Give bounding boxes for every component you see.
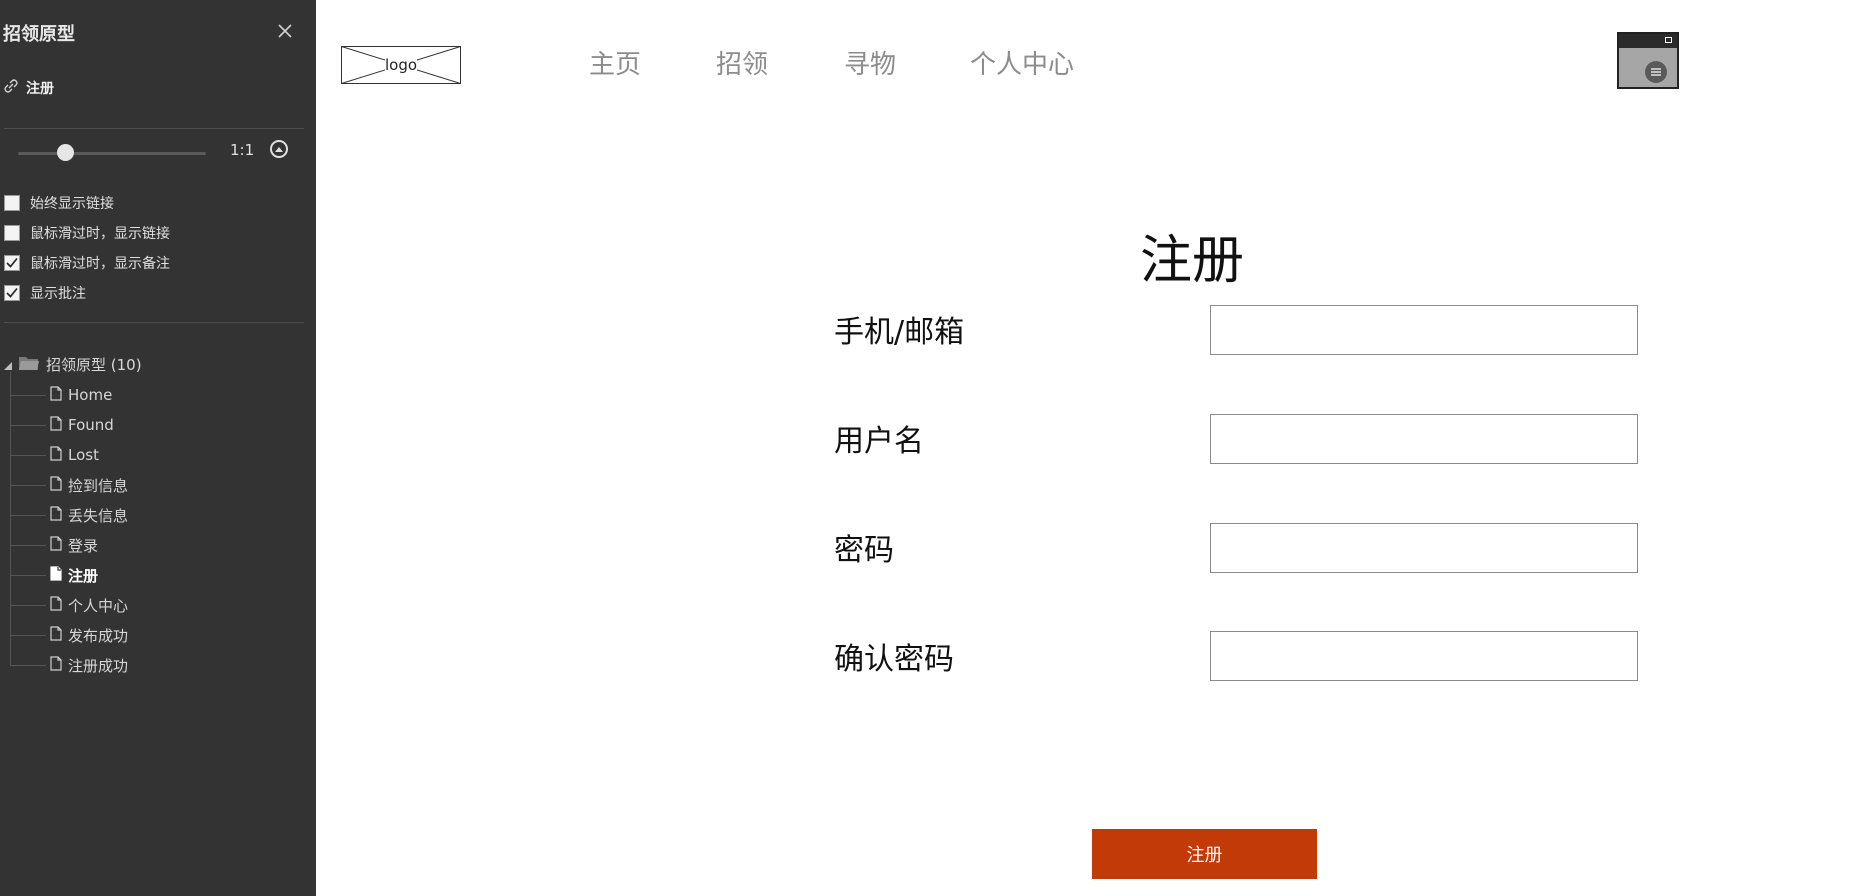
logo-text: logo — [384, 56, 418, 74]
page-icon — [50, 625, 62, 645]
tree-item-register[interactable]: 注册 — [10, 564, 98, 586]
tree-item-publish-success[interactable]: 发布成功 — [10, 624, 128, 646]
password-input[interactable] — [1210, 523, 1638, 573]
tree-root-folder[interactable]: 招领原型 (10) — [4, 354, 142, 375]
nav-lost[interactable]: 寻物 — [844, 44, 896, 81]
restore-icon — [1665, 37, 1672, 43]
tree-item-label: 注册成功 — [68, 656, 129, 675]
page-icon — [50, 535, 62, 555]
register-button[interactable]: 注册 — [1092, 829, 1317, 879]
tree-item-label: 注册 — [68, 566, 99, 585]
tree-item-label: 发布成功 — [68, 626, 129, 645]
tree-item-login[interactable]: 登录 — [10, 534, 98, 556]
field-label-username: 用户名 — [834, 424, 924, 459]
tree-item-label: Found — [68, 416, 114, 434]
option-hover-show-notes[interactable]: 鼠标滑过时，显示备注 — [4, 253, 170, 273]
option-always-show-links[interactable]: 始终显示链接 — [4, 193, 114, 213]
option-label: 鼠标滑过时，显示链接 — [30, 226, 170, 242]
nav-found[interactable]: 招领 — [716, 44, 768, 81]
tree-item-label: Lost — [68, 446, 99, 464]
field-label-confirm-password: 确认密码 — [834, 642, 954, 677]
page-icon — [50, 655, 62, 675]
checkmark-icon — [6, 257, 18, 268]
divider — [4, 128, 304, 129]
logo-placeholder[interactable]: logo — [341, 46, 461, 84]
nav-profile[interactable]: 个人中心 — [970, 44, 1074, 81]
zoom-slider-track[interactable] — [18, 152, 206, 155]
page-icon — [50, 595, 62, 615]
current-page-indicator: 注册 — [4, 78, 54, 98]
checkbox[interactable] — [4, 255, 20, 271]
folder-icon — [18, 355, 40, 375]
checkbox[interactable] — [4, 195, 20, 211]
tree-item-label: 个人中心 — [68, 596, 129, 615]
form-title: 注册 — [1140, 231, 1245, 291]
tree-root-label: 招领原型 (10) — [46, 356, 142, 374]
page-icon — [50, 505, 62, 525]
option-show-comments[interactable]: 显示批注 — [4, 283, 86, 303]
option-label: 显示批注 — [30, 286, 86, 302]
tree-item-label: 登录 — [68, 536, 99, 555]
zoom-reset-icon[interactable] — [270, 140, 288, 158]
page-icon — [50, 475, 62, 495]
sidebar: 招领原型 注册 1:1 始终显示链接 鼠标滑过时，显示链接 鼠标滑过时，显示备注… — [0, 0, 316, 896]
collapse-triangle-icon[interactable] — [4, 356, 12, 374]
current-page-label: 注册 — [26, 81, 54, 97]
confirm-password-input[interactable] — [1210, 631, 1638, 681]
close-icon[interactable] — [276, 22, 294, 40]
option-label: 鼠标滑过时，显示备注 — [30, 256, 170, 272]
zoom-slider-handle[interactable] — [56, 144, 74, 161]
tree-item-lost[interactable]: Lost — [10, 444, 99, 466]
field-label-phone-email: 手机/邮箱 — [834, 315, 965, 350]
hamburger-icon — [1645, 61, 1667, 83]
page-icon — [50, 385, 62, 405]
checkmark-icon — [6, 287, 18, 298]
tree-item-found-info[interactable]: 捡到信息 — [10, 474, 128, 496]
tree-item-label: Home — [68, 386, 113, 404]
checkbox[interactable] — [4, 225, 20, 241]
zoom-level-label: 1:1 — [230, 141, 255, 159]
field-label-password: 密码 — [834, 533, 894, 568]
tree-item-found[interactable]: Found — [10, 414, 114, 436]
tree-item-register-success[interactable]: 注册成功 — [10, 654, 128, 676]
option-label: 始终显示链接 — [30, 196, 114, 212]
checkbox[interactable] — [4, 285, 20, 301]
sidebar-title: 招领原型 — [3, 24, 75, 45]
nav-home[interactable]: 主页 — [589, 44, 641, 81]
page-icon — [50, 415, 62, 435]
page-icon — [50, 445, 62, 465]
tree-item-label: 捡到信息 — [68, 476, 129, 495]
tree-item-home[interactable]: Home — [10, 384, 112, 406]
link-icon — [4, 79, 18, 97]
menu-button[interactable] — [1617, 32, 1679, 89]
divider — [4, 322, 304, 323]
tree-item-label: 丢失信息 — [68, 506, 129, 525]
tree-item-profile[interactable]: 个人中心 — [10, 594, 128, 616]
page-icon — [50, 565, 62, 585]
tree-item-lost-info[interactable]: 丢失信息 — [10, 504, 128, 526]
option-hover-show-links[interactable]: 鼠标滑过时，显示链接 — [4, 223, 170, 243]
phone-email-input[interactable] — [1210, 305, 1638, 355]
username-input[interactable] — [1210, 414, 1638, 464]
